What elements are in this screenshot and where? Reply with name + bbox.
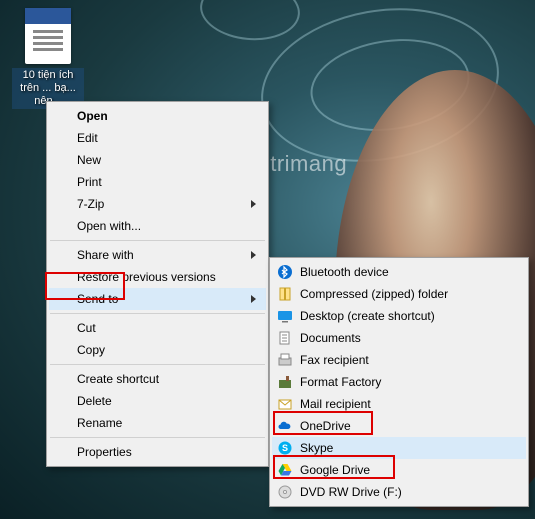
sendto-fax[interactable]: Fax recipient — [272, 349, 526, 371]
menu-restore-versions[interactable]: Restore previous versions — [49, 266, 266, 288]
bluetooth-icon — [277, 264, 293, 280]
sendto-format-factory[interactable]: Format Factory — [272, 371, 526, 393]
menu-open-with[interactable]: Open with... — [49, 215, 266, 237]
sendto-mail[interactable]: Mail recipient — [272, 393, 526, 415]
menu-rename[interactable]: Rename — [49, 412, 266, 434]
menu-send-to[interactable]: Send to — [49, 288, 266, 310]
sendto-bluetooth[interactable]: Bluetooth device — [272, 261, 526, 283]
menu-share-with[interactable]: Share with — [49, 244, 266, 266]
send-to-submenu: Bluetooth device Compressed (zipped) fol… — [269, 257, 529, 507]
sendto-desktop-shortcut[interactable]: Desktop (create shortcut) — [272, 305, 526, 327]
menu-open[interactable]: Open — [49, 105, 266, 127]
menu-new[interactable]: New — [49, 149, 266, 171]
dvd-icon — [277, 484, 293, 500]
zip-icon — [277, 286, 293, 302]
sendto-google-drive[interactable]: Google Drive — [272, 459, 526, 481]
menu-print[interactable]: Print — [49, 171, 266, 193]
swirl-decor — [198, 0, 303, 44]
menu-copy[interactable]: Copy — [49, 339, 266, 361]
skype-icon: S — [277, 440, 293, 456]
desktop-file-icon[interactable]: 10 tiện ích trên ... bạ... nên... — [12, 8, 84, 109]
desktop-icon — [277, 308, 293, 324]
menu-delete[interactable]: Delete — [49, 390, 266, 412]
format-factory-icon — [277, 374, 293, 390]
documents-icon — [277, 330, 293, 346]
menu-separator — [50, 313, 265, 314]
word-doc-icon — [25, 8, 71, 64]
context-menu: Open Edit New Print 7-Zip Open with... S… — [46, 101, 269, 467]
sendto-skype[interactable]: S Skype — [272, 437, 526, 459]
menu-separator — [50, 240, 265, 241]
menu-properties[interactable]: Properties — [49, 441, 266, 463]
menu-7zip[interactable]: 7-Zip — [49, 193, 266, 215]
chevron-right-icon — [251, 295, 256, 303]
google-drive-icon — [277, 462, 293, 478]
mail-icon — [277, 396, 293, 412]
fax-icon — [277, 352, 293, 368]
chevron-right-icon — [251, 251, 256, 259]
chevron-right-icon — [251, 200, 256, 208]
menu-separator — [50, 437, 265, 438]
sendto-dvd[interactable]: DVD RW Drive (F:) — [272, 481, 526, 503]
menu-cut[interactable]: Cut — [49, 317, 266, 339]
menu-separator — [50, 364, 265, 365]
sendto-onedrive[interactable]: OneDrive — [272, 415, 526, 437]
svg-text:S: S — [282, 443, 288, 453]
menu-create-shortcut[interactable]: Create shortcut — [49, 368, 266, 390]
sendto-documents[interactable]: Documents — [272, 327, 526, 349]
sendto-compressed[interactable]: Compressed (zipped) folder — [272, 283, 526, 305]
menu-edit[interactable]: Edit — [49, 127, 266, 149]
onedrive-icon — [277, 418, 293, 434]
